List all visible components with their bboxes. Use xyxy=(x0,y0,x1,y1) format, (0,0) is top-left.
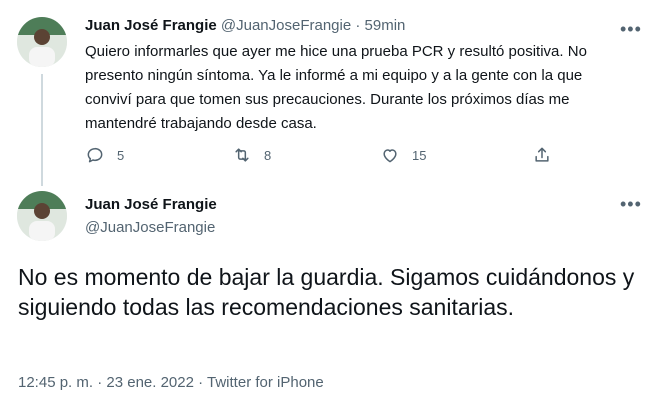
retweet-icon xyxy=(235,148,249,162)
more-horizontal-icon: ••• xyxy=(620,19,642,39)
like-button[interactable]: 15 xyxy=(380,145,426,165)
avatar[interactable] xyxy=(17,17,67,67)
like-count: 15 xyxy=(412,147,427,163)
avatar-photo xyxy=(17,191,67,241)
author-handle[interactable]: @JuanJoseFrangie xyxy=(221,17,351,34)
like-icon xyxy=(383,149,397,163)
tweet-header: Juan José Frangie @JuanJoseFrangie · 59m… xyxy=(85,17,405,34)
avatar-photo xyxy=(17,17,67,67)
reply-count: 5 xyxy=(117,147,125,163)
author-name[interactable]: Juan José Frangie xyxy=(85,17,217,34)
tweet-timestamp[interactable]: 12:45 p. m. · 23 ene. 2022 · Twitter for… xyxy=(18,374,324,391)
retweet-count: 8 xyxy=(264,147,272,163)
tweet-text: No es momento de bajar la guardia. Sigam… xyxy=(18,264,635,320)
more-options-button[interactable]: ••• xyxy=(620,19,642,42)
reply-button[interactable]: 5 xyxy=(85,145,124,165)
share-button[interactable] xyxy=(532,145,552,165)
thread-line xyxy=(41,74,43,186)
author-handle[interactable]: @JuanJoseFrangie xyxy=(85,219,215,236)
avatar[interactable] xyxy=(17,191,67,241)
share-icon xyxy=(535,147,549,162)
retweet-button[interactable]: 8 xyxy=(232,145,271,165)
tweet-time[interactable]: 59min xyxy=(365,17,406,34)
reply-icon xyxy=(87,147,103,163)
tweet-text: Quiero informarles que ayer me hice una … xyxy=(85,43,587,132)
separator: · xyxy=(355,17,361,34)
tweet-actions: 5 8 15 xyxy=(85,145,555,167)
more-options-button[interactable]: ••• xyxy=(620,194,642,217)
more-horizontal-icon: ••• xyxy=(620,194,642,214)
author-name[interactable]: Juan José Frangie xyxy=(85,196,217,213)
